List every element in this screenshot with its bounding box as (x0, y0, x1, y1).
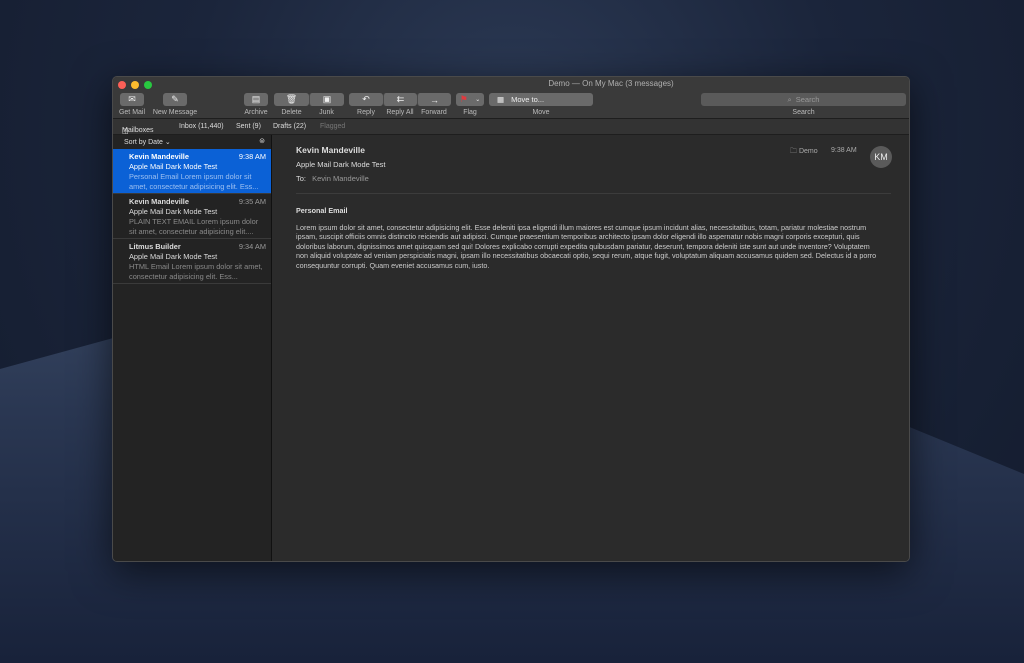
move-icon: ▦ (497, 95, 505, 104)
favorite-sent[interactable]: Sent (9) (236, 123, 261, 130)
message-subject: Apple Mail Dark Mode Test (296, 160, 386, 169)
mail-window: Demo — On My Mac (3 messages) ✉ Get Mail… (112, 76, 910, 562)
get-mail-button[interactable]: ✉ (120, 93, 144, 106)
chevron-down-icon: ⌄ (475, 97, 481, 103)
move-to-label: Move to... (511, 95, 545, 104)
forward-icon: → (430, 94, 439, 105)
message-preview: PLAIN TEXT EMAIL Lorem ipsum dolor sit a… (129, 217, 259, 236)
message-viewer: Kevin Mandeville Apple Mail Dark Mode Te… (273, 135, 909, 561)
reply-all-label: Reply All (386, 109, 414, 116)
envelope-icon: ✉ (128, 94, 136, 104)
favorite-inbox[interactable]: Inbox (11,440) (179, 123, 224, 130)
search-placeholder: Search (795, 95, 820, 104)
toolbar: Demo — On My Mac (3 messages) ✉ Get Mail… (113, 77, 909, 119)
message-to[interactable]: Kevin Mandeville (312, 174, 369, 183)
message-subject: Apple Mail Dark Mode Test (129, 252, 218, 261)
delete-label: Delete (281, 109, 302, 116)
archive-button[interactable]: ▤ (244, 93, 268, 106)
junk-icon: ▣ (322, 94, 332, 104)
forward-label: Forward (421, 109, 447, 116)
message-mailbox: Demo (798, 148, 818, 155)
trash-icon: 🗑 (285, 94, 298, 104)
forward-button[interactable]: → (417, 93, 451, 106)
reply-button[interactable]: ↶ (349, 93, 383, 106)
flag-label: Flag (463, 109, 477, 116)
message-body: Lorem ipsum dolor sit amet, consectetur … (296, 223, 877, 270)
search-icon: ⌕ (787, 94, 792, 104)
folder-icon: 🗀 (790, 148, 799, 155)
message-subject: Apple Mail Dark Mode Test (129, 162, 218, 171)
message-list-item[interactable]: Kevin Mandeville 9:38 AM Apple Mail Dark M… (113, 149, 271, 194)
sort-label: Sort by Date (124, 139, 163, 146)
archive-label: Archive (244, 109, 268, 116)
flag-icon: ⚑ (459, 94, 468, 104)
window-title: Demo — On My Mac (3 messages) (548, 79, 674, 88)
message-preview: HTML Email Lorem ipsum dolor sit amet, c… (129, 262, 263, 281)
message-time: 9:38 AM (238, 152, 266, 161)
reply-label: Reply (357, 109, 375, 116)
to-label: To: (296, 174, 307, 183)
message-preview: Personal Email Lorem ipsum dolor sit ame… (129, 172, 259, 191)
search-label: Search (792, 109, 815, 116)
avatar: KM (870, 146, 892, 168)
search-input[interactable]: ⌕ Search (701, 93, 906, 106)
header-divider (296, 193, 891, 194)
message-subject: Apple Mail Dark Mode Test (129, 207, 218, 216)
sort-by-date-button[interactable]: Sort by Date ⌄ ⊜ (113, 135, 271, 149)
junk-button[interactable]: ▣ (309, 93, 344, 106)
filter-icon[interactable]: ⊜ (259, 137, 265, 145)
new-message-label: New Message (152, 109, 198, 116)
reply-all-button[interactable]: ⇇ (383, 93, 417, 106)
message-list: Sort by Date ⌄ ⊜ Kevin Mandeville 9:38 AM A… (113, 135, 272, 561)
new-message-button[interactable]: ✎ (163, 93, 187, 106)
message-time: 9:35 AM (238, 197, 266, 206)
get-mail-label: Get Mail (118, 109, 146, 116)
message-list-item[interactable]: Kevin Mandeville 9:35 AM Apple Mail Dark M… (113, 194, 271, 239)
archive-icon: ▤ (251, 94, 261, 104)
message-from: Kevin Mandeville (296, 145, 365, 155)
reply-all-icon: ⇇ (396, 94, 405, 104)
message-list-item[interactable]: Litmus Builder 9:34 AM Apple Mail Dark Mod… (113, 239, 271, 284)
junk-label: Junk (319, 109, 334, 116)
favorite-flagged[interactable]: Flagged (320, 123, 345, 130)
mailboxes-label: Mailboxes (122, 127, 154, 134)
move-label: Move (532, 109, 550, 116)
favorite-drafts[interactable]: Drafts (22) (273, 123, 306, 130)
compose-icon: ✎ (171, 94, 179, 104)
message-heading: Personal Email (296, 206, 348, 215)
reply-icon: ↶ (362, 94, 370, 104)
move-to-button[interactable]: ▦ Move to... (489, 93, 593, 106)
favorites-bar: ◫ Mailboxes Inbox (11,440) Sent (9) Draf… (113, 119, 909, 135)
flag-button[interactable]: ⚑ ⌄ (456, 93, 484, 106)
delete-button[interactable]: 🗑 (274, 93, 309, 106)
message-time: 9:34 AM (238, 242, 266, 251)
message-time: 9:38 AM (831, 147, 857, 154)
